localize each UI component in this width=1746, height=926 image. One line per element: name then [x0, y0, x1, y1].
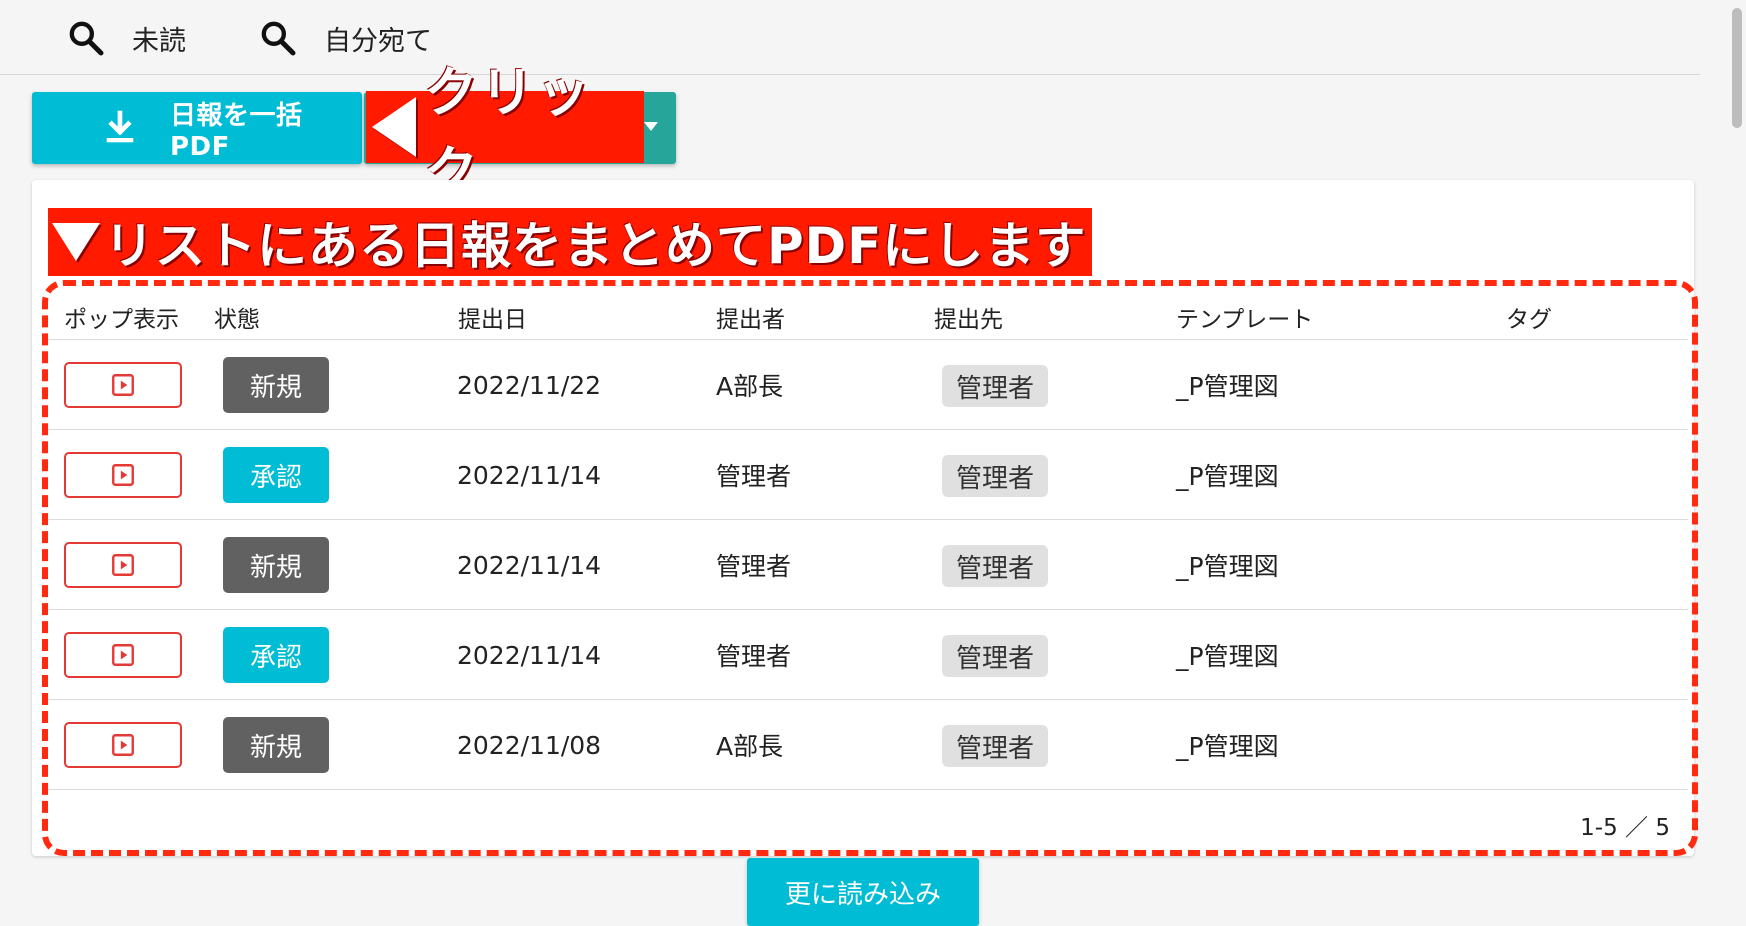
- status-badge: 承認: [223, 627, 329, 683]
- submitter-cell: 管理者: [716, 462, 792, 491]
- recipient-chip: 管理者: [942, 725, 1048, 767]
- scrollbar-thumb[interactable]: [1732, 8, 1742, 128]
- status-badge: 新規: [223, 717, 329, 773]
- list-callout-text: リストにある日報をまとめてPDFにします: [104, 217, 1087, 275]
- submitter-cell: 管理者: [716, 642, 792, 671]
- column-header-submitter: 提出者: [716, 307, 785, 333]
- status-badge: 新規: [223, 357, 329, 413]
- column-header-status: 状態: [214, 307, 260, 333]
- date-cell: 2022/11/08: [457, 730, 602, 760]
- bulk-pdf-label: 日報を一括PDF: [169, 100, 303, 162]
- submitter-cell: 管理者: [716, 552, 792, 581]
- table-row[interactable]: 承認 2022/11/14 管理者 管理者 _P管理図: [46, 430, 1688, 520]
- table-header: ポップ表示 状態 提出日 提出者 提出先 テンプレート タグ: [46, 286, 1688, 340]
- date-cell: 2022/11/14: [457, 460, 602, 490]
- popup-view-button[interactable]: [64, 362, 182, 408]
- status-badge: 承認: [223, 447, 329, 503]
- popup-view-button[interactable]: [64, 452, 182, 498]
- recipient-chip: 管理者: [942, 545, 1048, 587]
- arrow-down-icon: [52, 223, 100, 261]
- filter-addressed-to-me-label: 自分宛て: [324, 25, 432, 57]
- date-cell: 2022/11/22: [457, 370, 602, 400]
- column-header-template: テンプレート: [1176, 307, 1314, 333]
- click-callout: クリック: [366, 61, 644, 203]
- play-box-icon: [112, 644, 134, 666]
- scrollbar[interactable]: [1728, 0, 1746, 140]
- download-icon: [106, 110, 134, 143]
- filter-unread[interactable]: 未読: [66, 18, 186, 58]
- template-cell: _P管理図: [1176, 552, 1279, 581]
- submitter-cell: A部長: [716, 732, 784, 761]
- list-callout: リストにある日報をまとめてPDFにします: [48, 208, 1093, 276]
- column-header-popup: ポップ表示: [64, 307, 179, 333]
- search-icon: [261, 21, 296, 56]
- column-header-date: 提出日: [458, 307, 527, 333]
- filter-addressed-to-me[interactable]: 自分宛て: [258, 18, 432, 58]
- template-cell: _P管理図: [1176, 462, 1279, 491]
- template-cell: _P管理図: [1176, 372, 1279, 401]
- filter-unread-label: 未読: [132, 25, 186, 57]
- table-row[interactable]: 新規 2022/11/08 A部長 管理者 _P管理図: [46, 700, 1688, 790]
- recipient-chip: 管理者: [942, 635, 1048, 677]
- template-cell: _P管理図: [1176, 642, 1279, 671]
- status-badge: 新規: [223, 537, 329, 593]
- play-box-icon: [112, 734, 134, 756]
- arrow-left-icon: [372, 97, 416, 157]
- recipient-chip: 管理者: [942, 455, 1048, 497]
- column-header-tag: タグ: [1506, 307, 1552, 333]
- bulk-pdf-button[interactable]: 日報を一括PDF: [32, 92, 362, 164]
- load-more-button[interactable]: 更に読み込み: [747, 858, 979, 926]
- recipient-chip: 管理者: [942, 365, 1048, 407]
- popup-view-button[interactable]: [64, 542, 182, 588]
- column-header-recipient: 提出先: [934, 307, 1003, 333]
- popup-view-button[interactable]: [64, 632, 182, 678]
- play-box-icon: [112, 374, 134, 396]
- play-box-icon: [112, 554, 134, 576]
- date-cell: 2022/11/14: [457, 550, 602, 580]
- date-cell: 2022/11/14: [457, 640, 602, 670]
- popup-view-button[interactable]: [64, 722, 182, 768]
- pagination-info: 1-5 ／ 5: [1580, 815, 1670, 841]
- table-row[interactable]: 新規 2022/11/22 A部長 管理者 _P管理図: [46, 340, 1688, 430]
- table-row[interactable]: 承認 2022/11/14 管理者 管理者 _P管理図: [46, 610, 1688, 700]
- submitter-cell: A部長: [716, 372, 784, 401]
- filter-bar: 未読 自分宛て: [0, 0, 1700, 75]
- play-box-icon: [112, 464, 134, 486]
- caret-down-icon: [644, 122, 658, 131]
- template-cell: _P管理図: [1176, 732, 1279, 761]
- search-icon: [69, 21, 104, 56]
- table-row[interactable]: 新規 2022/11/14 管理者 管理者 _P管理図: [46, 520, 1688, 610]
